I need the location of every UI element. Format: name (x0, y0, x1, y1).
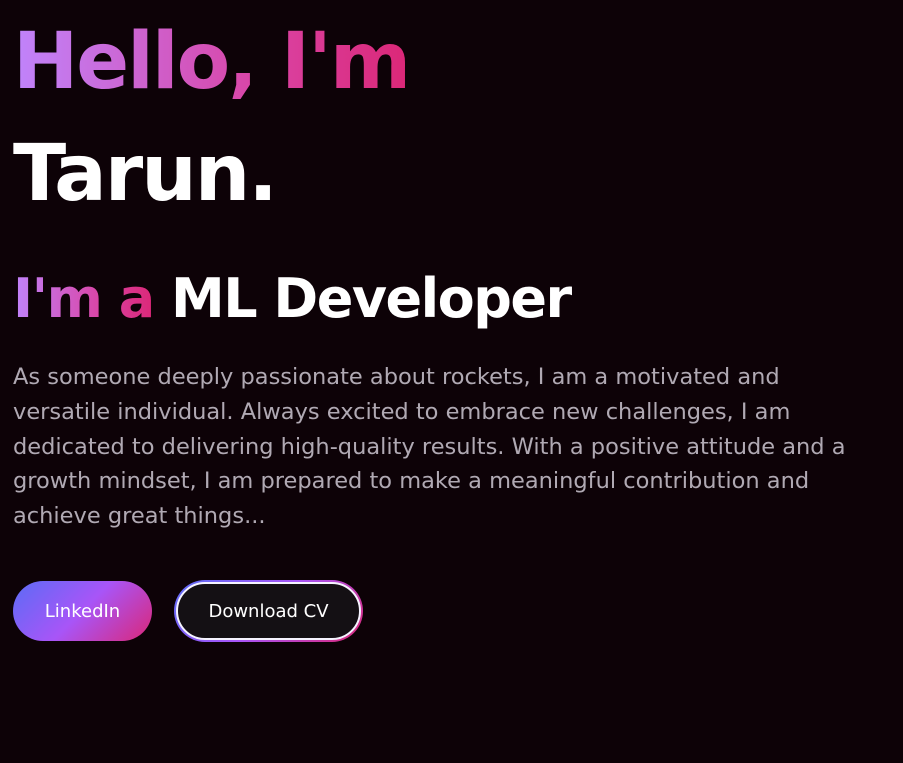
linkedin-button[interactable]: LinkedIn (13, 581, 152, 641)
role-title: ML Developer (170, 267, 572, 330)
hero-bio: As someone deeply passionate about rocke… (13, 364, 846, 530)
hero-actions: LinkedIn Download CV (13, 580, 363, 642)
hero-name: Tarun. (13, 129, 278, 219)
hero-greeting: Hello, I'm (13, 14, 411, 110)
hero-role: I'm a ML Developer (13, 266, 572, 332)
download-cv-border: Download CV (174, 580, 363, 642)
role-prefix: I'm a (13, 267, 155, 330)
download-cv-button[interactable]: Download CV (176, 582, 361, 640)
